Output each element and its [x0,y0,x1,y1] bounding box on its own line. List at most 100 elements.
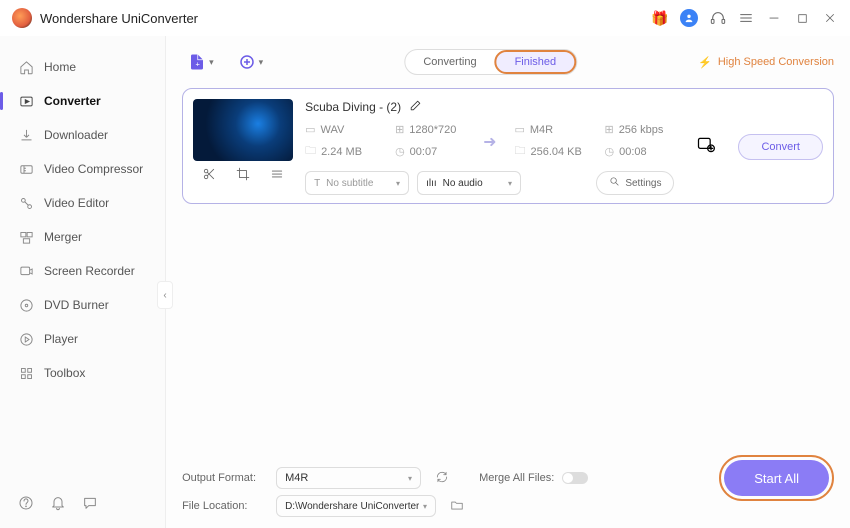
merge-toggle[interactable] [562,472,588,484]
file-location-value: D:\Wondershare UniConverter [285,501,419,512]
sidebar-item-label: Converter [44,94,101,108]
file-title: Scuba Diving - (2) [305,100,401,114]
compressor-icon [18,161,34,177]
clock-icon: ◷ [604,145,614,158]
high-speed-label: High Speed Conversion [718,56,834,68]
sidebar-item-recorder[interactable]: Screen Recorder [0,254,165,288]
player-icon [18,331,34,347]
sidebar-item-player[interactable]: Player [0,322,165,356]
add-url-button[interactable]: ▾ [232,49,270,75]
src-resolution: 1280*720 [409,124,456,136]
tab-converting[interactable]: Converting [405,50,494,74]
trim-icon[interactable] [202,167,216,186]
sidebar-item-home[interactable]: Home [0,50,165,84]
sidebar-item-label: Screen Recorder [44,264,135,278]
dst-format: M4R [530,124,553,136]
search-icon [609,176,620,190]
open-folder-icon[interactable] [450,498,464,515]
high-speed-link[interactable]: ⚡ High Speed Conversion [698,56,834,69]
subtitle-value: No subtitle [326,178,373,189]
user-avatar[interactable] [680,9,698,27]
subtitle-dropdown[interactable]: T No subtitle ▾ [305,171,409,195]
clock-icon: ◷ [395,145,405,158]
chevron-down-icon: ▾ [423,502,427,511]
svg-text:+: + [196,60,201,69]
dst-size: 256.04 KB [530,146,581,158]
app-logo [12,8,32,28]
audio-dropdown[interactable]: ılıı No audio ▾ [417,171,521,195]
start-all-button[interactable]: Start All [724,460,829,496]
sidebar-item-label: Merger [44,230,82,244]
sidebar-item-label: Downloader [44,128,108,142]
output-format-value: M4R [285,472,308,484]
tab-finished[interactable]: Finished [495,50,577,74]
dst-bitrate: 256 kbps [619,124,664,136]
feedback-icon[interactable] [82,495,98,516]
sidebar: Home Converter Downloader Video Compress… [0,36,166,528]
sidebar-item-compressor[interactable]: Video Compressor [0,152,165,186]
chevron-down-icon: ▾ [508,179,512,188]
sidebar-item-toolbox[interactable]: Toolbox [0,356,165,390]
converter-icon [18,93,34,109]
audio-icon: ılıı [426,178,437,189]
recorder-icon [18,263,34,279]
folder-icon: 🗀 [305,142,316,161]
file-settings-button[interactable]: Settings [596,171,674,195]
src-format: WAV [320,124,344,136]
bolt-icon: ⚡ [698,56,712,69]
help-icon[interactable] [18,495,34,516]
maximize-button[interactable] [794,10,810,26]
settings-label: Settings [625,178,661,189]
sidebar-item-editor[interactable]: Video Editor [0,186,165,220]
src-size: 2.24 MB [321,146,362,158]
chevron-down-icon: ▾ [408,474,412,483]
dst-duration: 00:08 [619,146,647,158]
file-location-dropdown[interactable]: D:\Wondershare UniConverter ▾ [276,495,436,517]
sidebar-item-label: Toolbox [44,366,85,380]
sidebar-item-downloader[interactable]: Downloader [0,118,165,152]
toolbox-icon [18,365,34,381]
merger-icon [18,229,34,245]
close-button[interactable] [822,10,838,26]
bitrate-icon: ⊞ [604,123,613,136]
minimize-button[interactable] [766,10,782,26]
headset-icon[interactable] [710,10,726,26]
download-icon [18,127,34,143]
refresh-icon[interactable] [435,470,449,487]
audio-value: No audio [443,178,483,189]
sidebar-item-label: Video Compressor [44,162,143,176]
bell-icon[interactable] [50,495,66,516]
chevron-down-icon: ▾ [209,57,214,68]
convert-button[interactable]: Convert [738,134,823,160]
folder-icon: 🗀 [514,142,525,161]
app-title: Wondershare UniConverter [40,11,198,26]
chevron-down-icon: ▾ [259,57,264,68]
gift-icon[interactable]: 🎁 [652,10,668,26]
file-card: Scuba Diving - (2) ▭ WAV ⊞ 1280*720 🗀 2.24 … [182,88,834,204]
sidebar-item-label: Video Editor [44,196,109,210]
sidebar-item-converter[interactable]: Converter [0,84,165,118]
dvd-icon [18,297,34,313]
effect-icon[interactable] [270,167,284,186]
sidebar-item-label: Player [44,332,78,346]
format-icon: ▭ [514,123,524,136]
format-icon: ▭ [305,123,315,136]
tab-switcher: Converting Finished [404,49,577,75]
file-thumbnail[interactable] [193,99,293,161]
chevron-down-icon: ▾ [396,179,400,188]
crop-icon[interactable] [236,167,250,186]
src-duration: 00:07 [410,146,438,158]
sidebar-item-label: Home [44,60,76,74]
sidebar-item-dvd[interactable]: DVD Burner [0,288,165,322]
collapse-sidebar[interactable]: ‹ [157,281,173,309]
sidebar-item-label: DVD Burner [44,298,109,312]
output-format-dropdown[interactable]: M4R ▾ [276,467,421,489]
output-format-label: Output Format: [182,472,268,484]
arrow-icon: ➜ [483,132,496,152]
sidebar-item-merger[interactable]: Merger [0,220,165,254]
edit-title-icon[interactable] [409,99,422,115]
menu-icon[interactable] [738,10,754,26]
output-settings-icon[interactable] [696,135,716,160]
merge-label: Merge All Files: [479,472,554,484]
add-file-button[interactable]: + ▾ [182,49,220,75]
